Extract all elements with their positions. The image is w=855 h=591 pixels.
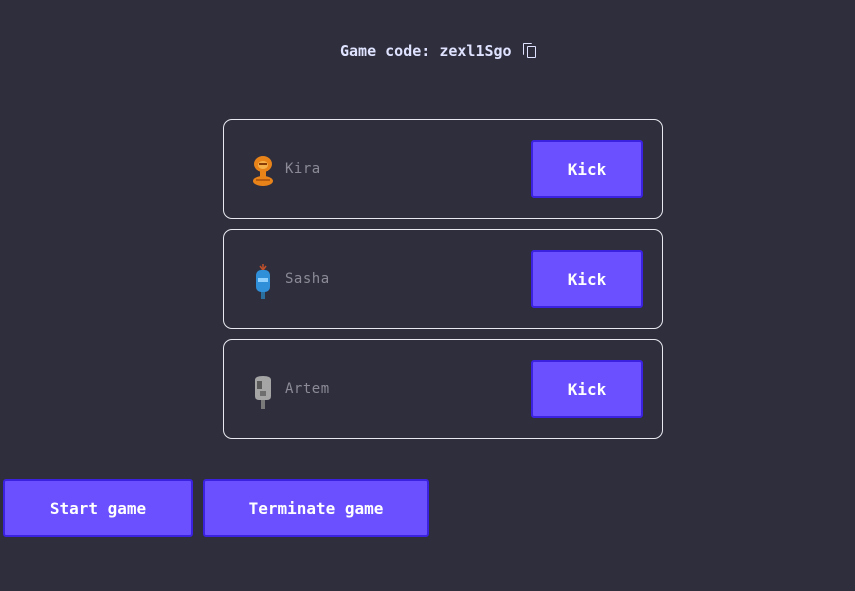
grey-skull-avatar: [255, 376, 271, 409]
player-name: Artem: [285, 381, 330, 397]
player-name: Sasha: [285, 271, 330, 287]
orange-creature-avatar: [253, 156, 273, 186]
kick-button[interactable]: Kick: [531, 140, 643, 198]
game-code-label: Game code: zexl1Sgo: [340, 42, 512, 60]
start-game-button[interactable]: Start game: [3, 479, 193, 537]
copy-icon[interactable]: [522, 42, 538, 60]
player-card: Sasha Kick: [223, 229, 663, 329]
player-name: Kira: [285, 161, 321, 177]
player-card: Kira Kick: [223, 119, 663, 219]
lobby-page: Game code: zexl1Sgo Kira Kick Sasha Kick: [0, 0, 855, 591]
blue-robot-avatar: [256, 264, 270, 299]
player-card: Artem Kick: [223, 339, 663, 439]
terminate-game-button[interactable]: Terminate game: [203, 479, 429, 537]
kick-button[interactable]: Kick: [531, 250, 643, 308]
game-code-bar: Game code: zexl1Sgo: [340, 40, 538, 62]
kick-button[interactable]: Kick: [531, 360, 643, 418]
